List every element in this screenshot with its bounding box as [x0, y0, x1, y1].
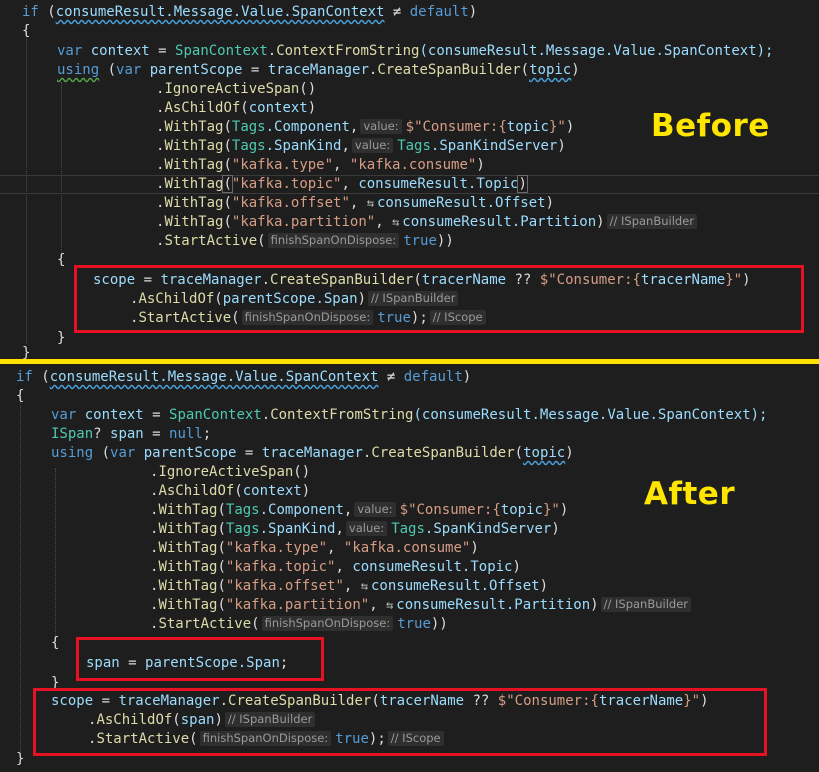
highlight-box — [74, 265, 804, 333]
code-line[interactable]: { — [16, 387, 24, 406]
code-line[interactable]: .AsChildOf(context) — [150, 482, 310, 501]
code-line[interactable]: { — [57, 251, 65, 270]
code-line[interactable]: { — [22, 22, 30, 41]
code-line[interactable]: using (var parentScope = traceManager.Cr… — [57, 61, 580, 80]
code-line[interactable]: if (consumeResult.Message.Value.SpanCont… — [16, 368, 471, 387]
code-line[interactable]: .StartActive(finishSpanOnDispose: true)) — [150, 615, 448, 634]
indent-guide — [55, 468, 56, 638]
code-line[interactable]: .WithTag("kafka.partition", ⇆ consumeResu… — [156, 213, 701, 232]
code-line[interactable]: .WithTag("kafka.offset", ⇆ consumeResult.… — [150, 577, 548, 596]
before-code-pane[interactable]: if (consumeResult.Message.Value.SpanCont… — [0, 0, 819, 361]
inlay-hint: value: — [345, 521, 388, 536]
inlay-hint: value: — [351, 138, 394, 153]
highlight-box — [76, 637, 324, 681]
before-label: Before — [651, 108, 770, 144]
code-line[interactable]: } — [57, 329, 65, 348]
after-label: After — [644, 476, 736, 512]
inlay-hint: value: — [360, 119, 402, 134]
code-line[interactable]: .AsChildOf(context) — [156, 99, 316, 118]
highlight-box — [33, 688, 767, 756]
code-line[interactable]: .WithTag("kafka.partition", ⇆ consumeResu… — [150, 596, 695, 615]
code-line[interactable]: ISpan? span = null; — [51, 425, 211, 444]
box-arrow-icon: ⇆ — [386, 598, 394, 612]
code-line[interactable]: .WithTag("kafka.topic", consumeResult.To… — [150, 558, 521, 577]
code-line[interactable]: var context = SpanContext.ContextFromStr… — [51, 406, 768, 425]
code-line[interactable]: .WithTag("kafka.topic", consumeResult.To… — [156, 175, 528, 194]
indent-guide — [20, 392, 21, 752]
code-line[interactable]: .StartActive(finishSpanOnDispose: true)) — [156, 232, 454, 251]
inlay-hint: finishSpanOnDispose: — [267, 233, 400, 248]
box-arrow-icon: ⇆ — [366, 196, 374, 210]
code-line[interactable]: if (consumeResult.Message.Value.SpanCont… — [22, 3, 477, 22]
code-line[interactable]: .WithTag("kafka.type", "kafka.consume") — [150, 539, 479, 558]
inlay-hint: // ISpanBuilder — [600, 597, 691, 612]
code-line[interactable]: } — [16, 750, 24, 769]
code-line[interactable]: using (var parentScope = traceManager.Cr… — [51, 444, 574, 463]
code-line[interactable]: .WithTag(Tags.SpanKind, value: Tags.SpanKi… — [150, 520, 560, 539]
code-line[interactable]: .WithTag(Tags.Component, value: $"Consumer… — [156, 118, 574, 137]
code-line[interactable]: var context = SpanContext.ContextFromStr… — [57, 42, 774, 61]
inlay-hint: // ISpanBuilder — [606, 214, 697, 229]
inlay-hint: finishSpanOnDispose: — [261, 616, 394, 631]
code-line[interactable]: .WithTag(Tags.SpanKind, value: Tags.SpanKi… — [156, 137, 566, 156]
code-line[interactable]: .WithTag("kafka.type", "kafka.consume") — [156, 156, 485, 175]
code-line[interactable]: .WithTag("kafka.offset", ⇆ consumeResult.… — [156, 194, 554, 213]
code-line[interactable]: { — [51, 634, 59, 653]
box-arrow-icon: ⇆ — [392, 215, 400, 229]
indent-guide — [61, 82, 62, 252]
code-line[interactable]: .WithTag(Tags.Component, value: $"Consumer… — [150, 501, 568, 520]
box-arrow-icon: ⇆ — [360, 579, 368, 593]
after-code-pane[interactable]: if (consumeResult.Message.Value.SpanCont… — [0, 366, 819, 772]
code-line[interactable]: .IgnoreActiveSpan() — [156, 80, 316, 99]
code-line[interactable]: .IgnoreActiveSpan() — [150, 463, 310, 482]
section-divider — [0, 359, 819, 364]
inlay-hint: value: — [354, 502, 396, 517]
